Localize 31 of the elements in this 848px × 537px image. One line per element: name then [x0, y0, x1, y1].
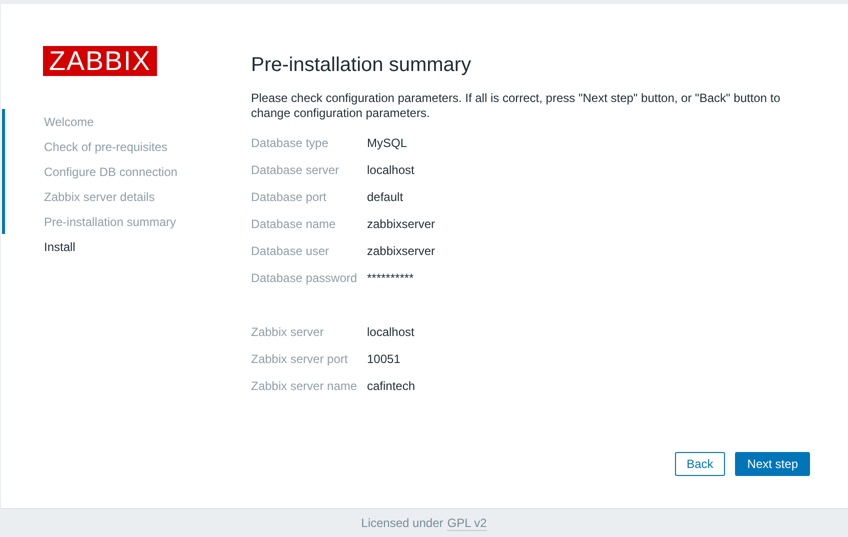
field-value: localhost	[367, 324, 414, 338]
sidebar-item: Configure DB connection	[2, 159, 224, 184]
field-label: Database name	[251, 216, 337, 230]
logo: ZABBIX	[43, 46, 157, 76]
field-value: 10051	[367, 352, 400, 366]
sidebar-item: Welcome	[2, 109, 224, 134]
field-label: Zabbix server	[251, 324, 325, 338]
field-label: Database port	[251, 190, 328, 204]
field-label: Zabbix server name	[251, 378, 358, 392]
sidebar-item: Check of pre-requisites	[2, 134, 224, 159]
field-value: MySQL	[367, 136, 408, 150]
description: Please check configuration parameters. If all is correct, press "Next step" button, or "Back" button to change configuration parameters.	[251, 91, 782, 121]
sidebar-item: Install	[43, 238, 76, 256]
field-label: Database user	[251, 244, 330, 258]
next-button[interactable]: Next step	[735, 452, 810, 476]
field-label: Database server	[251, 162, 340, 176]
license-link[interactable]: GPL v2	[447, 516, 487, 530]
field-value: default	[367, 190, 404, 204]
field-value: **********	[367, 270, 414, 284]
sidebar-item: Pre-installation summary	[2, 209, 224, 234]
field-value: zabbixserver	[367, 244, 436, 258]
field-label: Database type	[251, 136, 330, 150]
sidebar-item: Zabbix server details	[2, 184, 224, 209]
field-value: cafintech	[367, 378, 416, 392]
field-value: localhost	[367, 162, 414, 176]
field-value: zabbixserver	[367, 216, 436, 230]
license-text: Licensed under	[361, 516, 444, 530]
page-title: Pre-installation summary	[251, 54, 472, 77]
field-label: Database password	[251, 270, 358, 284]
back-button[interactable]: Back	[674, 452, 726, 476]
field-label: Zabbix server port	[251, 352, 349, 366]
